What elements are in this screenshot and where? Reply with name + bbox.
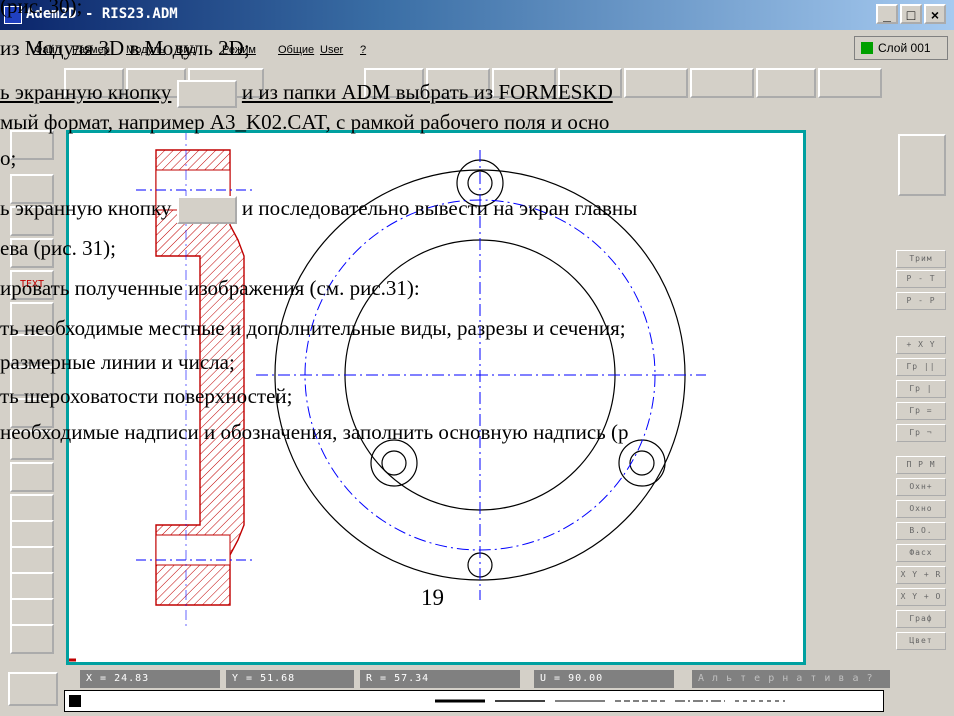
layer-color-icon (861, 42, 873, 54)
overlay-line-5a: ь экранную кнопку (0, 196, 172, 220)
maximize-button[interactable]: □ (900, 4, 922, 24)
overlay-line-7: ировать полученные изображения (см. рис.… (0, 276, 420, 300)
screen-button-icon-2 (176, 196, 237, 225)
toolbar-button-9[interactable] (690, 68, 754, 98)
right-tool-15[interactable]: X Y + O (896, 588, 946, 606)
minimize-button[interactable]: _ (876, 4, 898, 24)
toolbar-button-10[interactable] (756, 68, 816, 98)
overlay-line-2b: и из папки ADM выбрать из FORMESKD (241, 80, 613, 104)
right-tool-1[interactable]: Трим (896, 250, 946, 268)
line-style-svg (69, 695, 785, 707)
overlay-line-1: из Модуля 3D в Модуль 2D; (0, 36, 250, 60)
toolbar-button-8[interactable] (624, 68, 688, 98)
right-tool-9[interactable]: П Р М (896, 456, 946, 474)
coord-u: U = 90.00 (534, 670, 674, 688)
right-toolbar: Трим Р - Т Р - Р + X Y Гр || Гр | Гр = Г… (890, 100, 954, 670)
menu-user[interactable]: User (320, 44, 343, 56)
coord-x: X = 24.83 (80, 670, 220, 688)
right-tool-10[interactable]: Охн+ (896, 478, 946, 496)
right-tool-3[interactable]: Р - Р (896, 292, 946, 310)
right-tool-7[interactable]: Гр = (896, 402, 946, 420)
right-tool-8[interactable]: Гр ¬ (896, 424, 946, 442)
right-tool-17[interactable]: Цвет (896, 632, 946, 650)
toolbar-button-11[interactable] (818, 68, 882, 98)
right-tool-4[interactable]: + X Y (896, 336, 946, 354)
menu-general[interactable]: Общие (278, 44, 314, 56)
title-bar: Adem2D - RIS23.ADM _ □ × (0, 0, 954, 30)
coord-r: R = 57.34 (360, 670, 520, 688)
right-tool-14[interactable]: X Y + R (896, 566, 946, 584)
menu-help[interactable]: ? (360, 44, 366, 56)
right-panel-button-1[interactable] (898, 134, 946, 196)
overlay-line-5b: и последовательно вывести на экран главн… (241, 196, 638, 220)
overlay-line-2a: ь экранную кнопку (0, 80, 172, 104)
right-tool-11[interactable]: Охно (896, 500, 946, 518)
overlay-line-0: (рис. 30); (0, 0, 83, 18)
right-tool-5[interactable]: Гр || (896, 358, 946, 376)
overlay-line-6: ева (рис. 31); (0, 236, 116, 260)
layer-selector[interactable]: Слой 001 (854, 36, 948, 60)
overlay-line-10: ть шероховатости поверхностей; (0, 384, 293, 408)
overlay-line-11: необходимые надписи и обозначения, запол… (0, 420, 629, 444)
alternative-field: А л ь т е р н а т и в а ? (692, 670, 890, 688)
tool-break-icon[interactable] (10, 462, 54, 492)
overlay-line-9: размерные линии и числа; (0, 350, 235, 374)
window-switch-icon[interactable] (8, 672, 58, 706)
coordinates-bar: X = 24.83 Y = 51.68 R = 57.34 U = 90.00 … (64, 670, 894, 690)
tool-pattern-icon[interactable] (10, 624, 54, 654)
overlay-line-3: мый формат, например A3_K02.CAT, с рамко… (0, 110, 610, 134)
right-tool-6[interactable]: Гр | (896, 380, 946, 398)
left-toolbar: TEXT (0, 100, 62, 660)
line-style-bar[interactable] (64, 690, 884, 712)
right-tool-12[interactable]: В.О. (896, 522, 946, 540)
right-tool-2[interactable]: Р - Т (896, 270, 946, 288)
close-button[interactable]: × (924, 4, 946, 24)
overlay-line-8: ть необходимые местные и дополнительные … (0, 316, 626, 340)
right-tool-13[interactable]: Фасх (896, 544, 946, 562)
overlay-line-2: ь экранную кнопку и из папки ADM выбрать… (0, 80, 613, 109)
screen-button-icon (176, 80, 237, 109)
right-tool-16[interactable]: Граф (896, 610, 946, 628)
layer-label: Слой 001 (878, 41, 931, 55)
overlay-line-4: о; (0, 146, 17, 170)
overlay-line-5: ь экранную кнопку и последовательно выве… (0, 196, 638, 225)
coord-y: Y = 51.68 (226, 670, 354, 688)
